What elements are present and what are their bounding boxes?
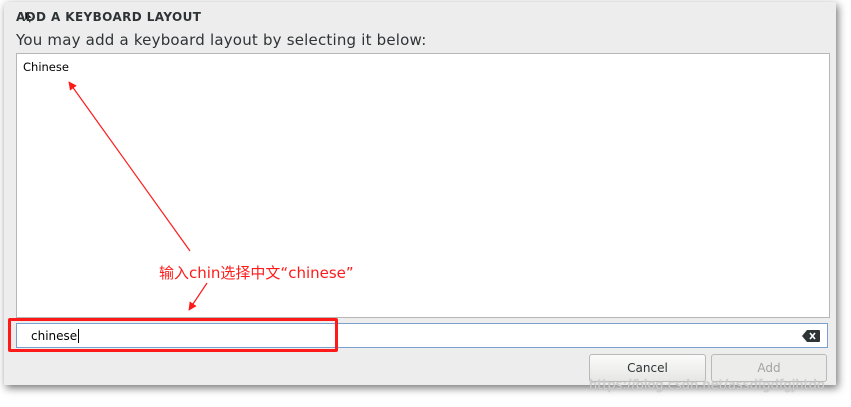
arrow-to-list-item: [68, 81, 191, 252]
annotation-text: 输入chin选择中文“chinese”: [159, 264, 354, 282]
arrow-to-search-input: [188, 282, 208, 311]
annotation-arrows: [68, 81, 208, 311]
watermark-text: https://blog.csdn.net/assdfgdfgjhtdo: [589, 378, 825, 393]
